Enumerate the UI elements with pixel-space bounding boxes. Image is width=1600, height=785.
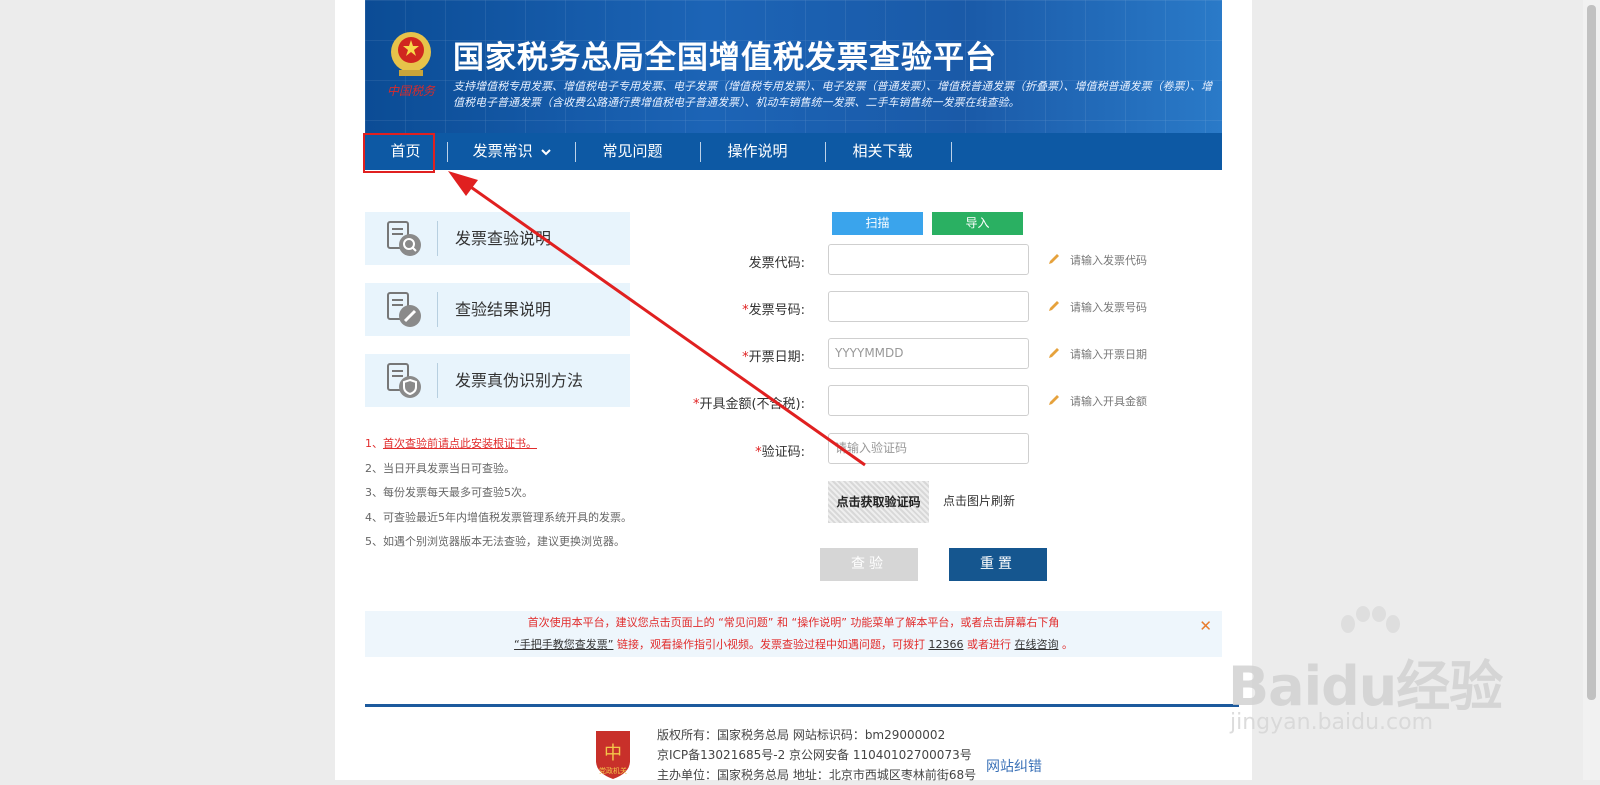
- invoice-number-input[interactable]: [828, 291, 1029, 322]
- annotation-highlight-box: [363, 133, 435, 173]
- nav-item-faq[interactable]: 常见问题: [590, 133, 675, 170]
- svg-text:中: 中: [604, 743, 622, 764]
- party-government-logo: 中 党政机关: [596, 731, 630, 779]
- footer-icp[interactable]: 京ICP备13021685号-2 京公网安备 11040102700073号: [657, 745, 976, 765]
- site-error-report-link[interactable]: 网站纠错: [986, 756, 1042, 776]
- nav-item-invoice-knowledge[interactable]: 发票常识: [463, 133, 561, 170]
- svg-text:党政机关: 党政机关: [599, 766, 627, 775]
- invoice-amount-input[interactable]: [828, 385, 1029, 416]
- notice-bar: 首次使用本平台，建议您点击页面上的 “常见问题” 和 “操作说明” 功能菜单了解…: [365, 611, 1222, 657]
- footer-divider: [365, 704, 1239, 707]
- site-subtitle: 支持增值税专用发票、增值税电子专用发票、电子发票（增值税专用发票）、电子发票（普…: [453, 80, 1212, 109]
- notice-line1: 首次使用本平台，建议您点击页面上的 “常见问题” 和 “操作说明” 功能菜单了解…: [527, 616, 1060, 629]
- tip-item: 2、当日开具发票当日可查验。: [365, 461, 515, 475]
- close-icon[interactable]: ✕: [1199, 617, 1212, 635]
- captcha-input[interactable]: 请输入验证码: [828, 433, 1029, 464]
- tip-item: 3、每份发票每天最多可查验5次。: [365, 486, 533, 499]
- site-banner: 中国税务 国家税务总局全国增值税发票查验平台 支持增值税专用发票、增值税电子专用…: [365, 0, 1222, 133]
- chevron-down-icon: [541, 149, 552, 156]
- side-card-check-guide[interactable]: 发票查验说明: [365, 212, 630, 265]
- vertical-scrollbar[interactable]: [1583, 0, 1600, 780]
- document-shield-icon: [387, 363, 421, 398]
- national-emblem-icon: [391, 32, 431, 76]
- footer-sponsor: 主办单位：国家税务总局 地址：北京市西城区枣林前街68号: [657, 768, 977, 782]
- document-search-icon: [387, 221, 421, 256]
- install-cert-link[interactable]: 首次查验前请点此安装根证书。: [383, 437, 537, 450]
- footer-copyright: 版权所有：国家税务总局 网站标识码：bm29000002: [657, 728, 946, 742]
- hotline-link[interactable]: 12366: [928, 638, 963, 651]
- site-title: 国家税务总局全国增值税发票查验平台: [453, 40, 997, 76]
- reset-button[interactable]: 重置: [949, 548, 1047, 581]
- invoice-number-label: *发票号码:: [742, 303, 805, 318]
- tip-item: 5、如遇个别浏览器版本无法查验，建议更换浏览器。: [365, 535, 625, 548]
- nav-item-label: 发票常识: [472, 142, 533, 160]
- nav-item-downloads[interactable]: 相关下载: [840, 133, 925, 170]
- tips-list: 1、首次查验前请点此安装根证书。 2、当日开具发票当日可查验。 3、每份发票每天…: [365, 432, 632, 555]
- notice-line2: “手把手教您查发票” 链接，观看操作指引小视频。发票查验过程中如遇问题，可拨打 …: [514, 638, 1073, 651]
- tip-item: 4、可查验最近5年内增值税发票管理系统开具的发票。: [365, 510, 632, 524]
- nav-item-instructions[interactable]: 操作说明: [715, 133, 800, 170]
- invoice-number-hint: 请输入发票号码: [1070, 301, 1147, 314]
- invoice-code-input[interactable]: [828, 244, 1029, 275]
- invoice-code-hint: 请输入发票代码: [1070, 254, 1147, 267]
- document-edit-icon: [387, 292, 421, 327]
- invoice-amount-hint: 请输入开具金额: [1070, 395, 1147, 408]
- pencil-icon: [1049, 348, 1059, 358]
- captcha-refresh-hint: 点击图片刷新: [943, 494, 1016, 508]
- side-card-label: 发票查验说明: [455, 229, 552, 248]
- import-button[interactable]: 导入: [932, 212, 1023, 235]
- side-card-label: 发票真伪识别方法: [455, 371, 584, 390]
- tip-item: 1、首次查验前请点此安装根证书。: [365, 437, 537, 450]
- invoice-date-input[interactable]: YYYYMMDD: [828, 338, 1029, 369]
- invoice-date-label: *开票日期:: [742, 350, 805, 365]
- side-card-label: 查验结果说明: [455, 300, 552, 319]
- captcha-label: *验证码:: [755, 445, 805, 460]
- main-nav: 首页 发票常识 常见问题 操作说明 相关下载: [365, 133, 1222, 170]
- scan-button[interactable]: 扫描: [832, 212, 923, 235]
- pencil-icon: [1049, 395, 1059, 405]
- pencil-icon: [1049, 301, 1059, 311]
- online-consult-link[interactable]: 在线咨询: [1014, 638, 1058, 651]
- check-button[interactable]: 查验: [820, 548, 918, 581]
- footer-info: 版权所有：国家税务总局 网站标识码：bm29000002 京ICP备130216…: [657, 725, 976, 785]
- tutorial-link[interactable]: “手把手教您查发票”: [514, 638, 613, 651]
- invoice-code-label: 发票代码:: [748, 256, 805, 271]
- captcha-image[interactable]: 点击获取验证码: [828, 481, 929, 523]
- side-card-authenticity[interactable]: 发票真伪识别方法: [365, 354, 630, 407]
- invoice-date-hint: 请输入开票日期: [1070, 348, 1147, 361]
- invoice-amount-label: *开具金额(不含税):: [692, 397, 805, 412]
- emblem-caption: 中国税务: [387, 84, 436, 98]
- side-card-result-guide[interactable]: 查验结果说明: [365, 283, 630, 336]
- pencil-icon: [1049, 254, 1059, 264]
